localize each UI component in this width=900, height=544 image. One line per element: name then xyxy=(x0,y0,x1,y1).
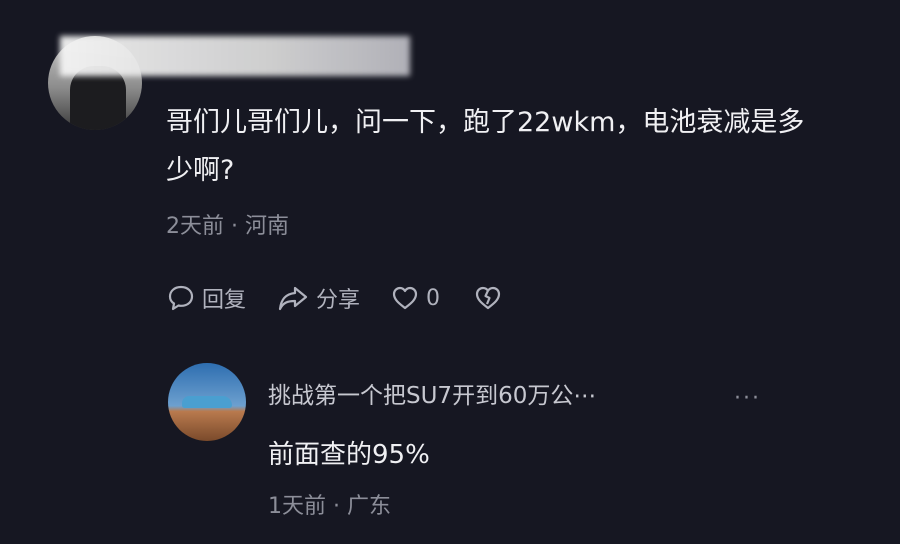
comment-bubble-icon xyxy=(168,285,194,311)
reply-meta: 1天前 · 广东 xyxy=(268,494,391,519)
share-arrow-icon xyxy=(278,286,308,311)
comment-actions: 回复 分享 0 xyxy=(166,280,504,316)
reply-text: 前面查的95% xyxy=(268,440,430,470)
commenter-username-redacted xyxy=(60,36,410,76)
like-button[interactable]: 0 xyxy=(390,283,440,313)
dislike-button[interactable] xyxy=(472,283,504,313)
like-count: 0 xyxy=(426,285,441,311)
broken-heart-icon xyxy=(475,286,501,310)
share-button[interactable]: 分享 xyxy=(276,282,360,314)
comment-meta: 2天前 · 河南 xyxy=(166,214,289,239)
car-image xyxy=(182,396,232,408)
reply-avatar[interactable] xyxy=(168,363,246,441)
reply-label: 回复 xyxy=(202,288,247,313)
reply-button[interactable]: 回复 xyxy=(166,282,246,314)
reply-username[interactable]: 挑战第一个把SU7开到60万公⋯ xyxy=(268,376,596,410)
comment-text: 哥们儿哥们儿，问一下，跑了22wkm，电池衰减是多少啊? xyxy=(166,107,805,186)
share-label: 分享 xyxy=(316,288,361,313)
heart-icon xyxy=(392,286,418,310)
more-options-button[interactable]: ··· xyxy=(734,386,761,411)
